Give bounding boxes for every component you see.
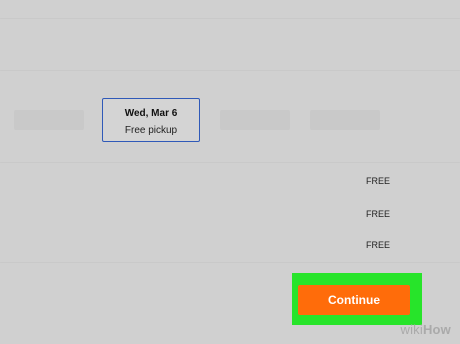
faded-option-left — [14, 110, 84, 130]
faded-line — [0, 18, 460, 19]
shipping-price: FREE — [365, 176, 390, 186]
faded-line — [0, 70, 460, 71]
pickup-date: Wed, Mar 6 — [124, 108, 178, 119]
shipping-price: FREE — [365, 240, 390, 250]
faded-line — [0, 162, 460, 163]
wikihow-watermark: wikiHow — [400, 322, 451, 337]
watermark-how: How — [422, 322, 451, 337]
pickup-detail: Free pickup — [124, 125, 178, 136]
faded-option-right — [220, 110, 290, 130]
continue-button[interactable]: Continue — [298, 285, 410, 315]
watermark-wiki: wiki — [400, 322, 423, 337]
faded-line — [0, 262, 460, 263]
faded-option-far-right — [310, 110, 380, 130]
pickup-date-option[interactable]: Wed, Mar 6 Free pickup — [102, 98, 200, 142]
shipping-price: FREE — [365, 209, 390, 219]
